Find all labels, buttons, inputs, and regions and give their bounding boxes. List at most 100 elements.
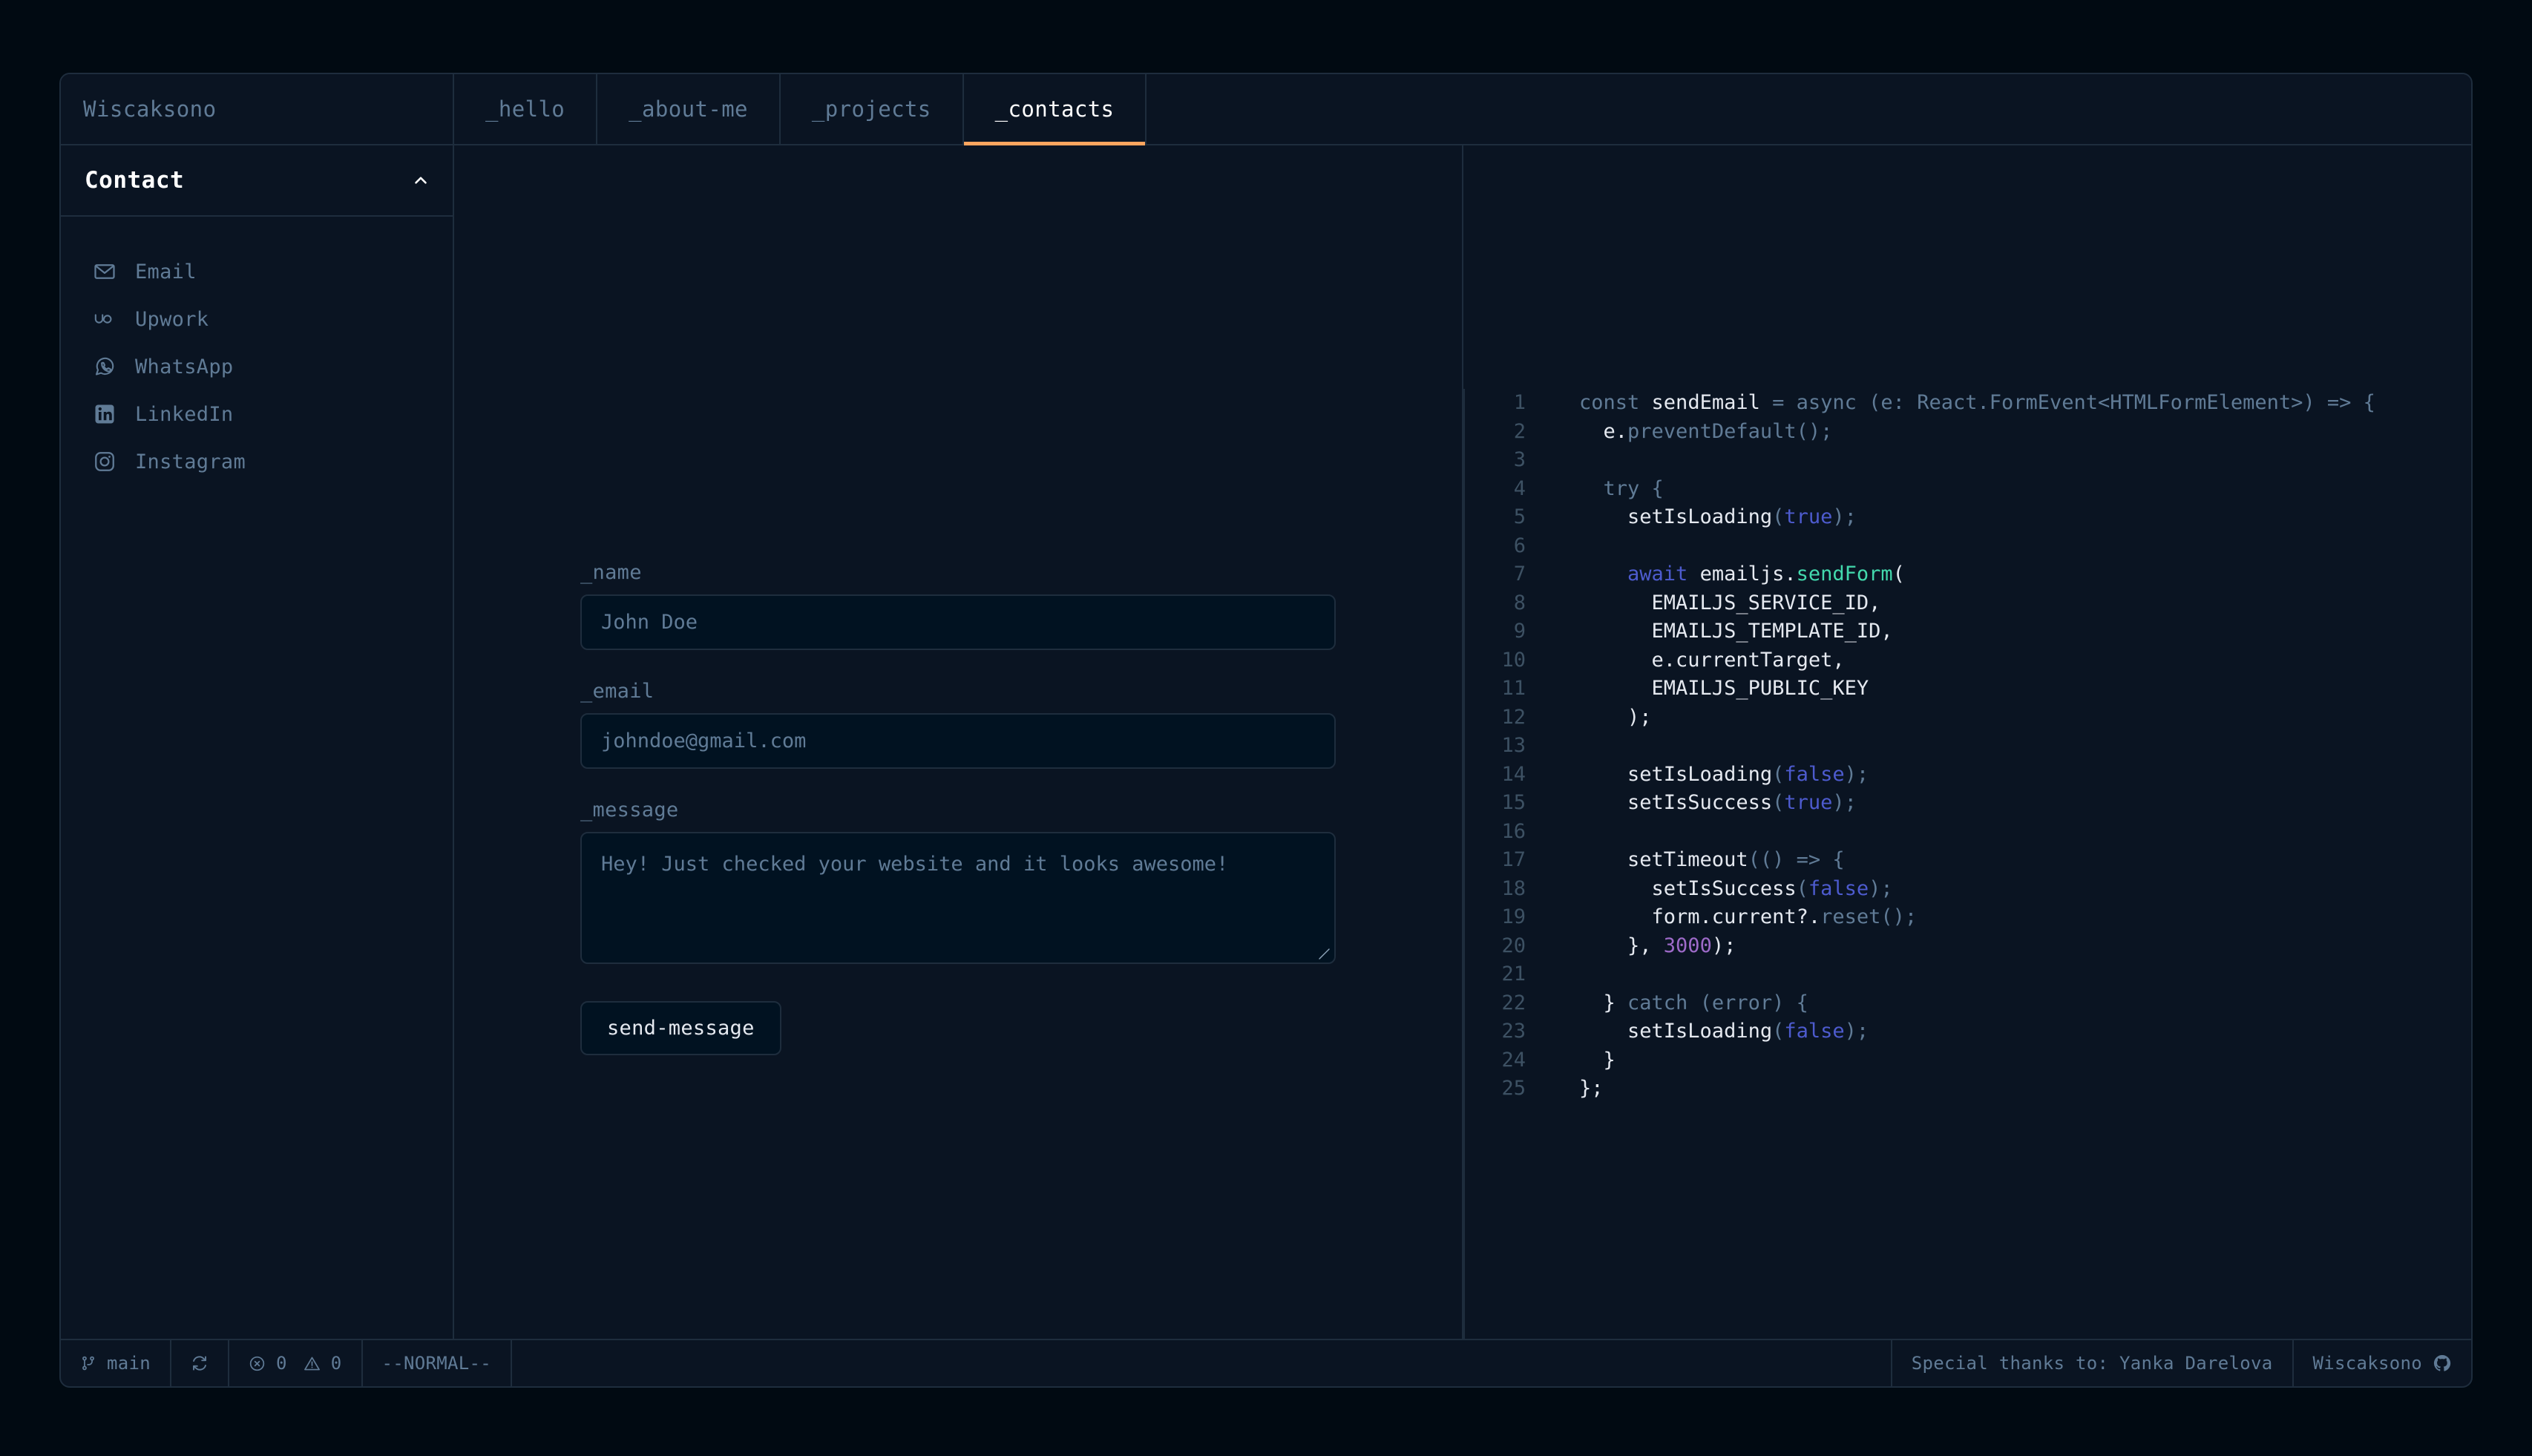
status-author-label: Wiscaksono [2312, 1353, 2422, 1374]
code-token: false [1784, 1020, 1845, 1043]
email-input[interactable] [580, 713, 1336, 769]
code-line: EMAILJS_SERVICE_ID, [1579, 589, 2471, 618]
sidebar-item-label: WhatsApp [135, 355, 234, 378]
code-line-number: 6 [1513, 534, 1526, 557]
code-token: React.FormEvent<HTMLFormElement> [1917, 391, 2303, 414]
sidebar-item-whatsapp[interactable]: WhatsApp [61, 343, 453, 390]
name-input[interactable] [580, 594, 1336, 650]
code-token: e.currentTarget, [1579, 648, 1845, 672]
contact-list: Email Upwork WhatsApp LinkedIn Instagram [61, 217, 453, 485]
instagram-icon [92, 449, 117, 474]
code-line: form.current?.reset(); [1579, 903, 2471, 932]
code-token: ); [1832, 791, 1857, 814]
code-token: setIsSuccess [1579, 876, 1797, 900]
code-line-number: 2 [1513, 419, 1526, 443]
code-token: await [1579, 563, 1700, 586]
code-line: EMAILJS_PUBLIC_KEY [1579, 675, 2471, 704]
code-token: = [1772, 391, 1797, 414]
code-line-number: 3 [1513, 448, 1526, 471]
linkedin-icon [92, 401, 117, 427]
code-line-number: 8 [1513, 591, 1526, 614]
code-token: reset(); [1820, 905, 1918, 928]
sidebar: Contact Email Upwork WhatsApp LinkedIn I… [61, 145, 454, 1339]
code-line-number: 21 [1501, 963, 1526, 986]
whatsapp-icon [92, 354, 117, 379]
code-token: }; [1579, 1077, 1604, 1100]
code-token: 3000 [1663, 934, 1712, 957]
code-line: setIsSuccess(false); [1579, 875, 2471, 904]
code-token: sendForm [1796, 563, 1893, 586]
code-token: setIsLoading [1579, 1020, 1773, 1043]
field-group-name: _name [580, 561, 1336, 650]
code-token: setIsSuccess [1579, 791, 1773, 814]
status-warning-count: 0 [330, 1353, 342, 1374]
sidebar-item-email[interactable]: Email [61, 248, 453, 295]
field-group-message: _message [580, 798, 1336, 964]
code-token: try { [1579, 476, 1664, 500]
code-line: ); [1579, 704, 2471, 732]
contact-form-pane: _name _email _message send [454, 145, 1463, 1339]
code-line: setTimeout(() => { [1579, 846, 2471, 875]
sync-icon [191, 1354, 209, 1372]
tab-projects[interactable]: _projects [781, 74, 964, 144]
code-token: ( [1892, 563, 1905, 586]
code-token: const [1579, 391, 1652, 414]
code-line-number: 9 [1513, 620, 1526, 643]
tab-contacts[interactable]: _contacts [963, 74, 1147, 145]
code-token: } [1579, 1048, 1616, 1072]
status-diagnostics[interactable]: 0 0 [229, 1340, 363, 1386]
status-sync[interactable] [171, 1340, 229, 1386]
sidebar-section-contact[interactable]: Contact [61, 145, 453, 217]
sidebar-item-label: Upwork [135, 307, 209, 331]
code-token: setIsLoading [1579, 505, 1773, 528]
contact-form: _name _email _message send [580, 561, 1336, 1339]
code-token: ( [1772, 1020, 1785, 1043]
status-spacer [512, 1340, 1891, 1386]
code-token: } [1579, 991, 1628, 1014]
code-line-number: 14 [1501, 762, 1526, 786]
code-token: ); [1711, 934, 1736, 957]
code-token: false [1808, 876, 1869, 900]
code-line: } [1579, 1046, 2471, 1075]
code-token: ); [1579, 705, 1652, 729]
code-token: }, [1579, 934, 1664, 957]
tab-about-me[interactable]: _about-me [597, 74, 781, 144]
code-line-number: 12 [1501, 705, 1526, 729]
tab-hello[interactable]: _hello [454, 74, 598, 144]
status-branch-label: main [107, 1353, 151, 1374]
code-token: setTimeout [1579, 848, 1748, 871]
code-token: ); [1844, 762, 1869, 786]
error-circle-icon [249, 1355, 266, 1372]
github-icon[interactable] [2433, 1354, 2452, 1373]
code-line: }, 3000); [1579, 932, 2471, 961]
code-token: ( [1772, 762, 1785, 786]
code-token: async [1796, 391, 1869, 414]
code-line-numbers: 1 2 3 4 5 6 7 8 9 10 11 12 13 14 15 16 17 18 19 20 21 22 23 24 2… [1463, 389, 1541, 1339]
status-branch[interactable]: main [61, 1340, 171, 1386]
code-token: EMAILJS_SERVICE_ID, [1579, 591, 1881, 614]
code-token: emailjs. [1699, 563, 1797, 586]
code-token: ); [1844, 1020, 1869, 1043]
email-label: _email [580, 680, 655, 703]
code-line: setIsLoading(false); [1579, 1017, 2471, 1046]
status-author[interactable]: Wiscaksono [2292, 1340, 2472, 1386]
message-input[interactable] [580, 832, 1336, 964]
code-line-number: 13 [1501, 734, 1526, 757]
message-wrap [580, 832, 1336, 964]
send-message-button[interactable]: send-message [580, 1001, 781, 1055]
code-line-number: 19 [1501, 905, 1526, 928]
code-line-number: 17 [1501, 848, 1526, 871]
header-bar: Wiscaksono _hello _about-me _projects _c… [61, 74, 2471, 145]
code-line-number: 11 [1501, 677, 1526, 700]
field-group-email: _email [580, 680, 1336, 769]
status-bar: main 0 0 --NORMAL-- Special thanks to: Y… [61, 1339, 2471, 1386]
code-token: ( [1796, 876, 1808, 900]
sidebar-item-upwork[interactable]: Upwork [61, 295, 453, 343]
sidebar-item-linkedin[interactable]: LinkedIn [61, 390, 453, 438]
code-preview-pane: 1 2 3 4 5 6 7 8 9 10 11 12 13 14 15 16 17 18 19 20 21 22 23 24 2… [1463, 145, 2471, 1339]
chevron-up-icon[interactable] [411, 171, 430, 190]
code-line-number: 5 [1513, 505, 1526, 528]
sidebar-item-instagram[interactable]: Instagram [61, 438, 453, 485]
status-error-count: 0 [276, 1353, 287, 1374]
